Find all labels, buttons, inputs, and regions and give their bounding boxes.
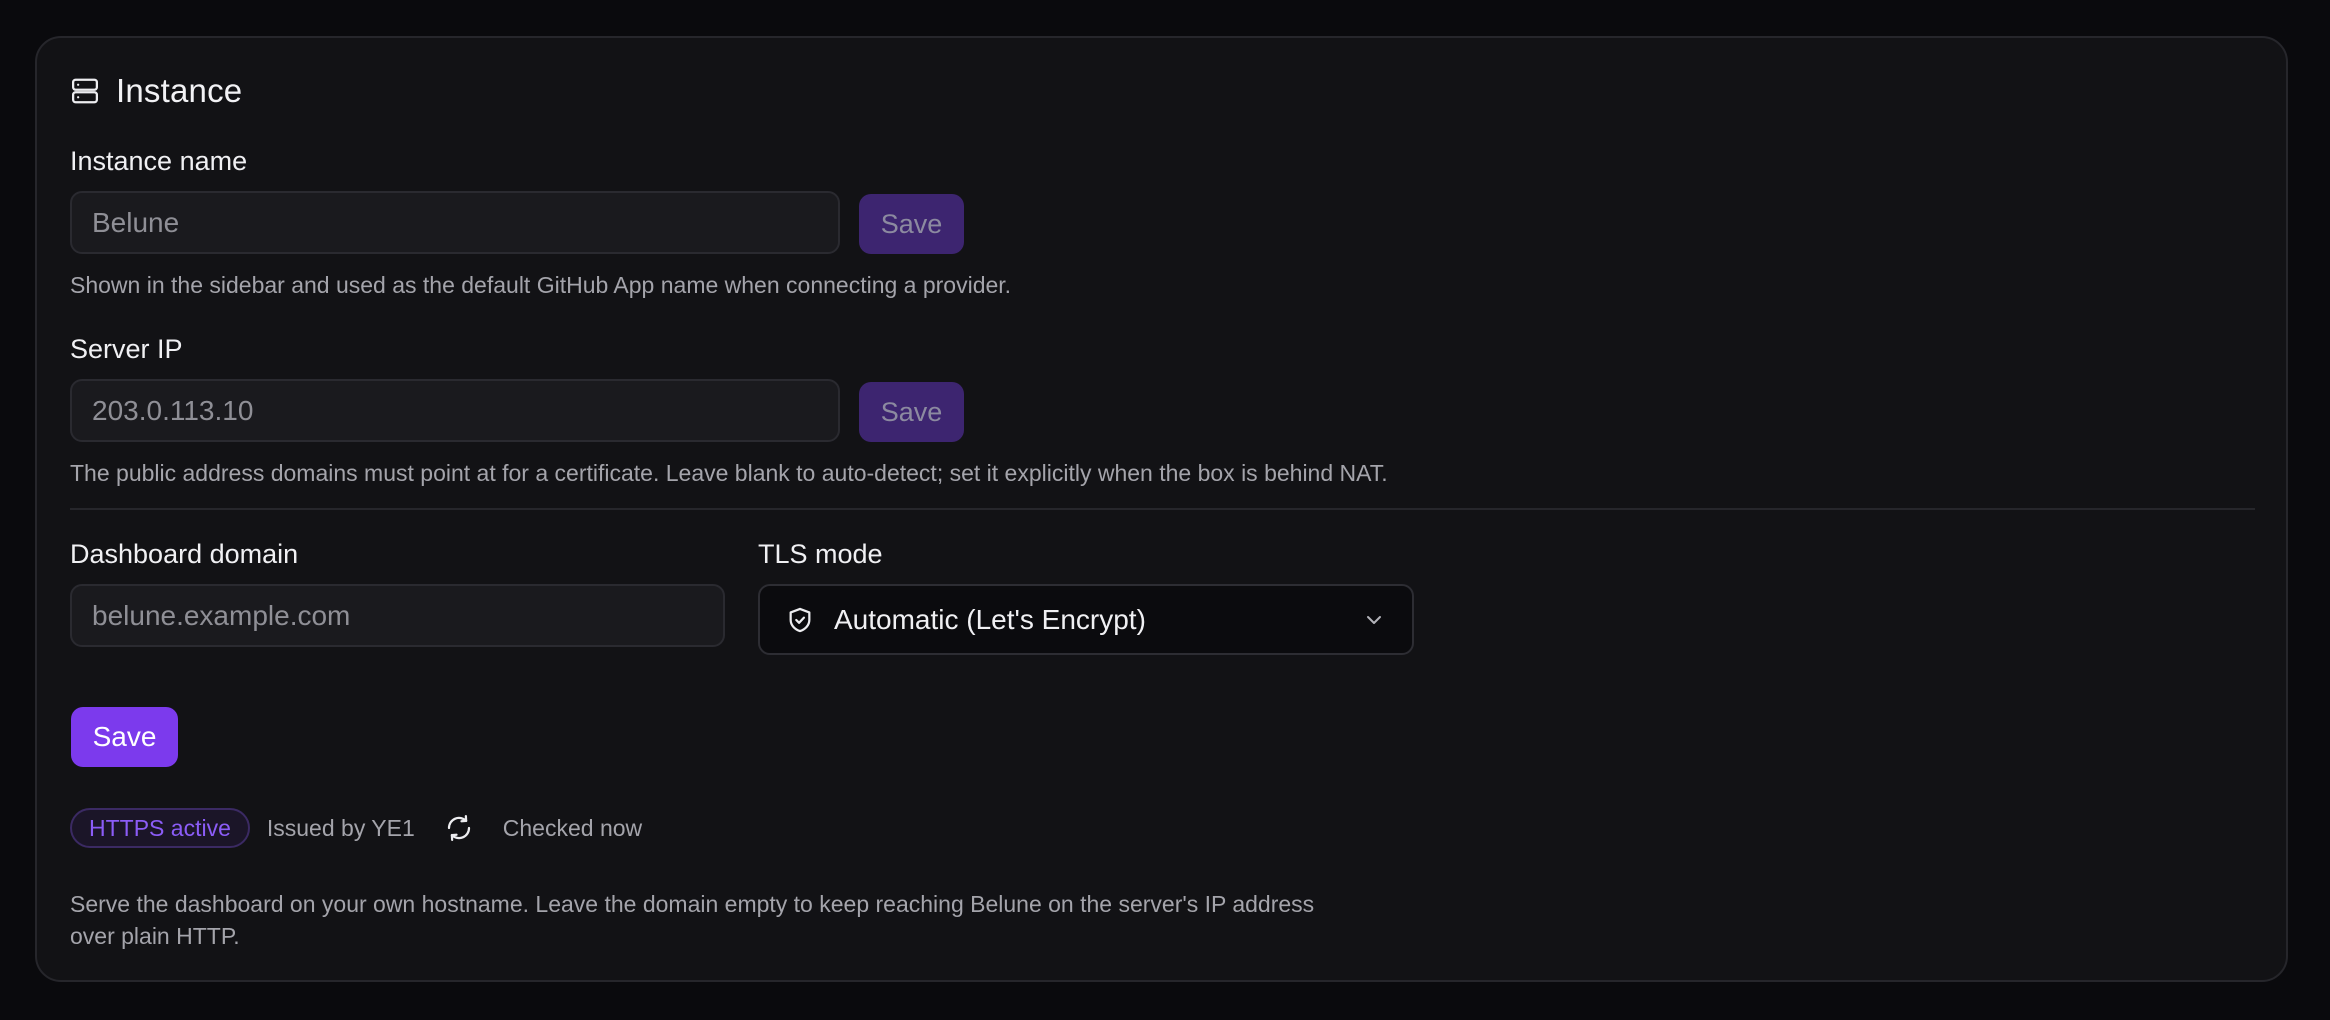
server-ip-label: Server IP (70, 334, 183, 364)
server-ip-save-button[interactable]: Save (859, 382, 964, 442)
dashboard-domain-label: Dashboard domain (70, 539, 299, 569)
chevron-down-icon (1362, 608, 1386, 632)
tls-mode-label: TLS mode (758, 539, 883, 569)
last-checked-text: Checked now (502, 814, 643, 841)
refresh-icon[interactable] (443, 812, 475, 844)
save-button[interactable]: Save (71, 707, 178, 767)
dashboard-help: Serve the dashboard on your own hostname… (70, 888, 1314, 952)
instance-name-input[interactable]: Belune (70, 191, 840, 254)
instance-card: Instance Instance name Belune Save Shown… (35, 36, 2288, 982)
certificate-issuer: Issued by YE1 (266, 814, 415, 841)
https-status-badge: HTTPS active (70, 808, 250, 848)
tls-mode-select[interactable]: Automatic (Let's Encrypt) (758, 584, 1414, 655)
dashboard-help-line-2: over plain HTTP. (70, 923, 240, 949)
card-title: Instance (116, 72, 243, 109)
instance-name-save-button[interactable]: Save (859, 194, 964, 254)
card-header: Instance (70, 72, 242, 110)
server-ip-input[interactable]: 203.0.113.10 (70, 379, 840, 442)
section-divider (70, 508, 2255, 510)
instance-name-help: Shown in the sidebar and used as the def… (70, 272, 1012, 298)
dashboard-domain-input[interactable]: belune.example.com (70, 584, 725, 647)
instance-name-label: Instance name (70, 146, 248, 176)
certificate-status: HTTPS active Issued by YE1 Checked now (70, 808, 642, 848)
server-icon (70, 76, 100, 106)
server-ip-help: The public address domains must point at… (70, 460, 1388, 486)
dashboard-help-line-1: Serve the dashboard on your own hostname… (70, 891, 1315, 917)
tls-mode-value: Automatic (Let's Encrypt) (834, 603, 1146, 635)
shield-check-icon (786, 606, 814, 634)
